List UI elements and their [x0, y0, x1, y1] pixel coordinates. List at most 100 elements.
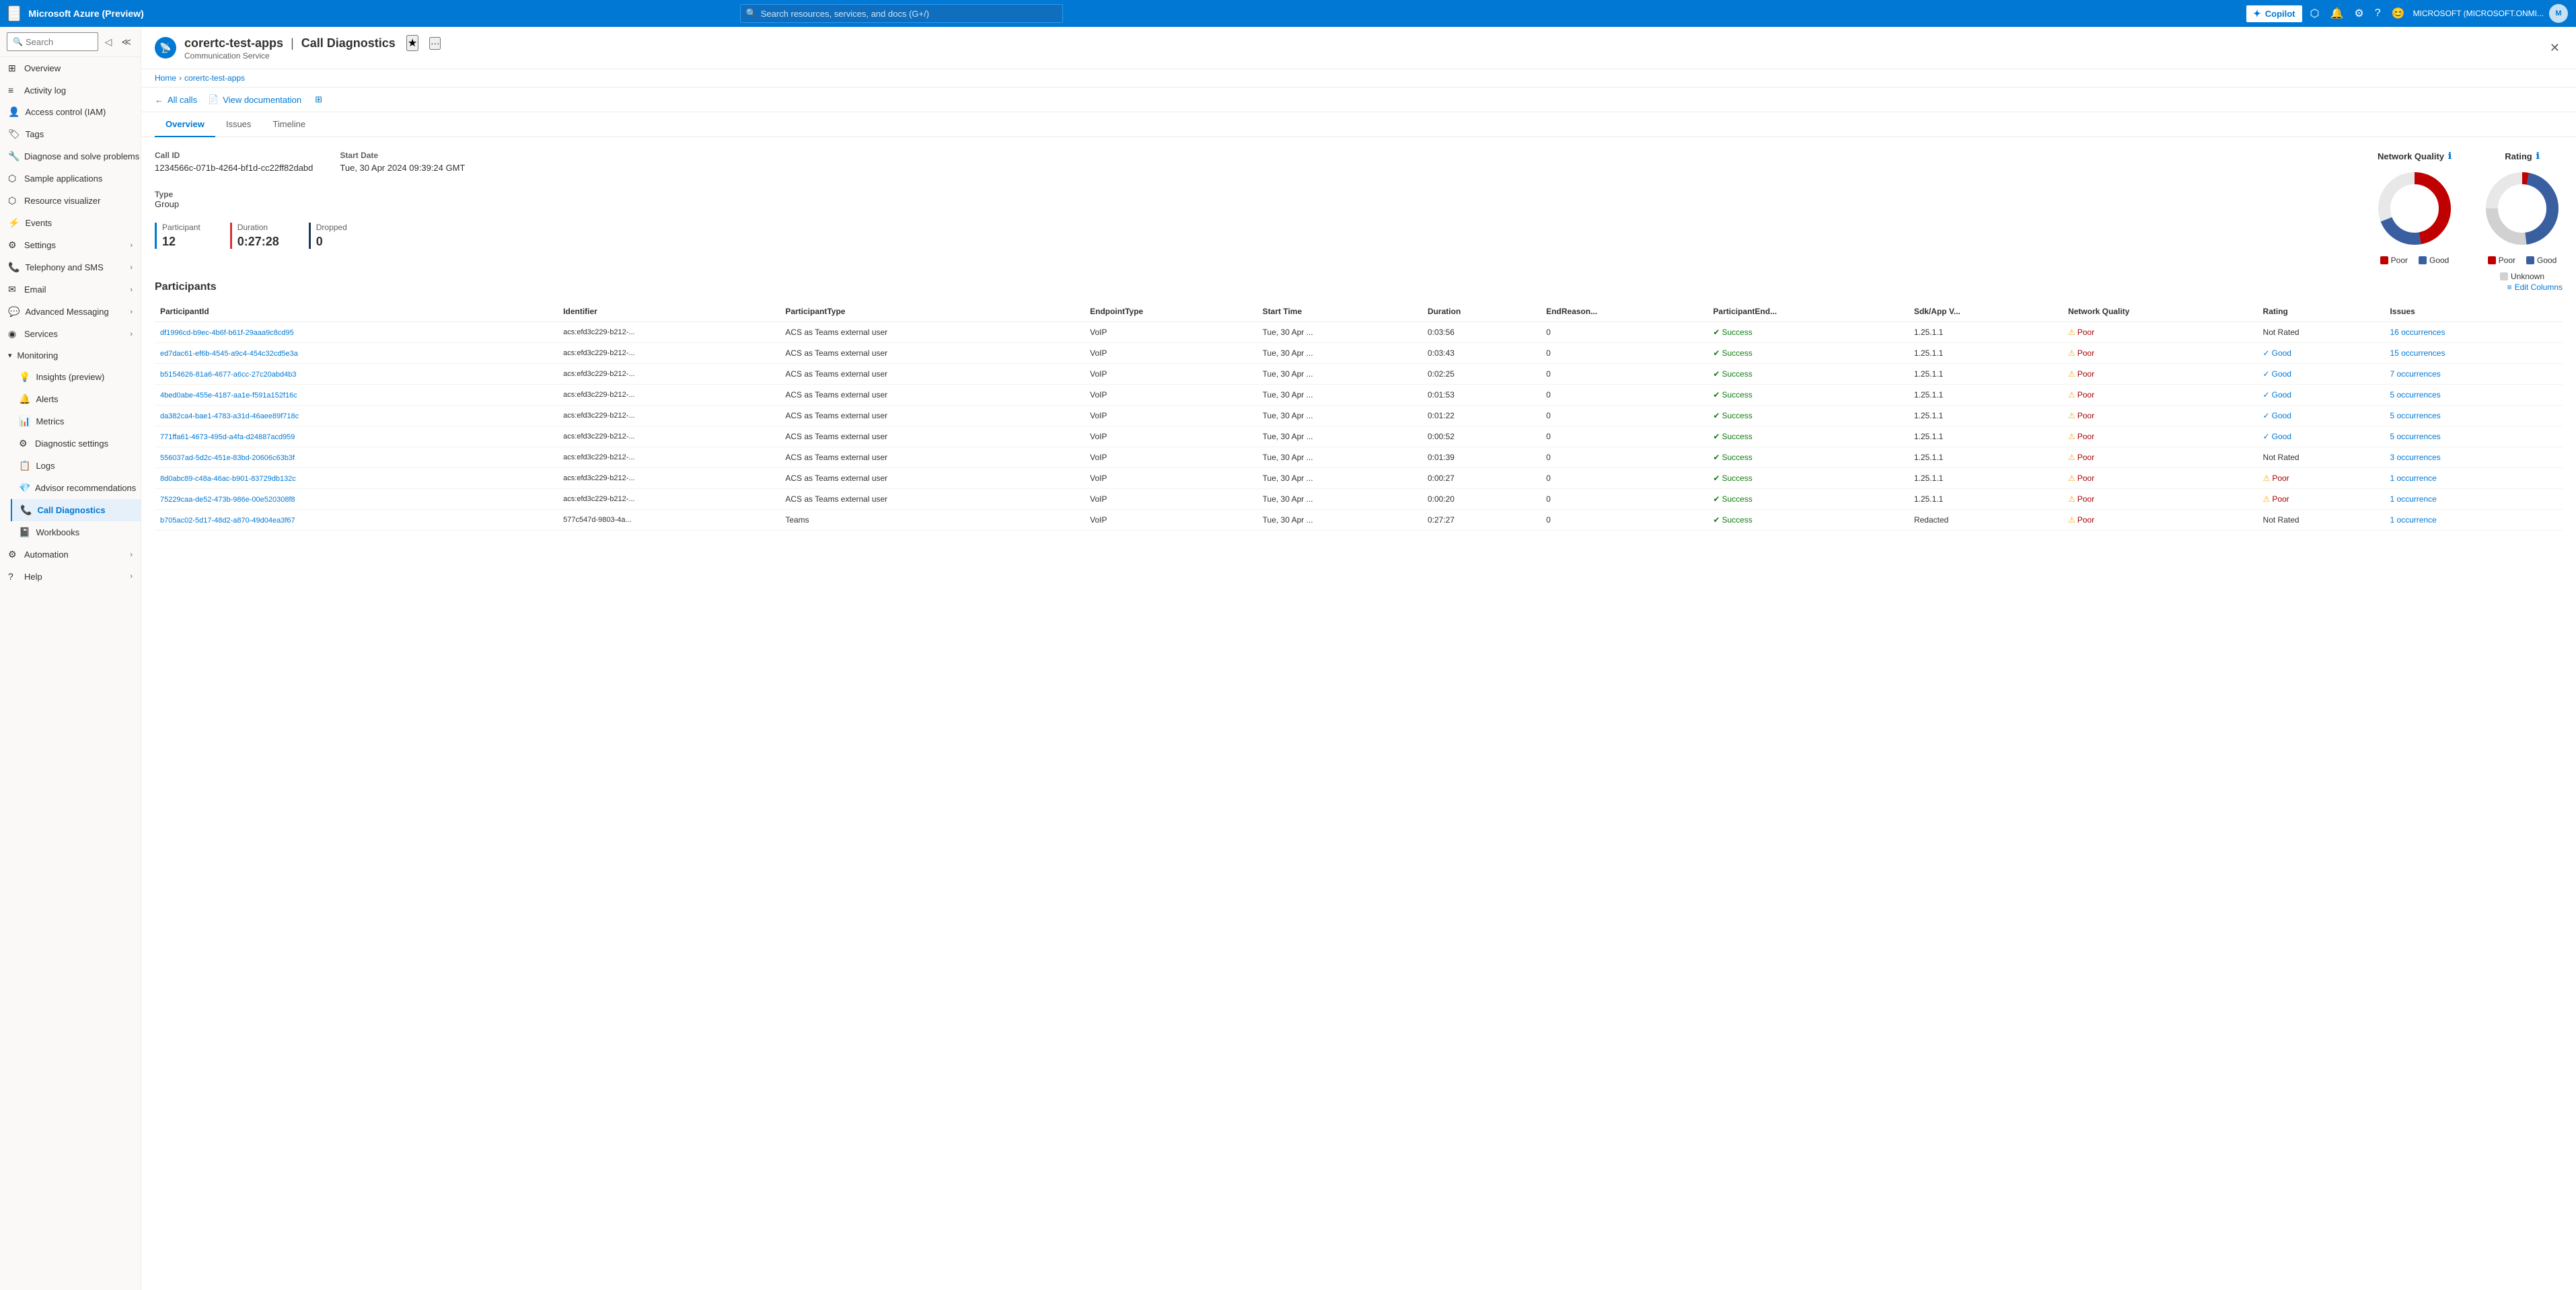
sidebar-item-label: Services [24, 329, 58, 339]
sidebar-item-telephony[interactable]: 📞 Telephony and SMS › [0, 256, 141, 278]
cell-issues[interactable]: 16 occurrences [2384, 322, 2563, 343]
issues-link[interactable]: 5 occurrences [2390, 390, 2440, 400]
tab-timeline[interactable]: Timeline [262, 112, 316, 137]
issues-link[interactable]: 15 occurrences [2390, 348, 2445, 358]
participant-id-link[interactable]: ed7dac61-ef6b-4545-a9c4-454c32cd5e3a [160, 350, 298, 358]
issues-link[interactable]: 3 occurrences [2390, 453, 2440, 462]
cell-participant-id[interactable]: 771ffa61-4673-495d-a4fa-d24887acd959 [155, 426, 558, 447]
sidebar-item-advanced-messaging[interactable]: 💬 Advanced Messaging › [0, 301, 141, 323]
more-options-button[interactable]: ··· [429, 37, 441, 50]
edit-columns-button[interactable]: ≡ Edit Columns [2507, 282, 2563, 292]
tab-issues[interactable]: Issues [215, 112, 262, 137]
sidebar-item-insights[interactable]: 💡 Insights (preview) [11, 366, 141, 388]
issues-link[interactable]: 5 occurrences [2390, 411, 2440, 420]
close-button[interactable]: ✕ [2547, 38, 2563, 58]
cell-participant-id[interactable]: ed7dac61-ef6b-4545-a9c4-454c32cd5e3a [155, 343, 558, 364]
sidebar-item-events[interactable]: ⚡ Events [0, 212, 141, 234]
sidebar-item-services[interactable]: ◉ Services › [0, 323, 141, 345]
issues-link[interactable]: 5 occurrences [2390, 432, 2440, 441]
sidebar-item-email[interactable]: ✉ Email › [0, 278, 141, 301]
breadcrumb-home[interactable]: Home [155, 73, 176, 83]
sidebar-collapse-button[interactable]: ≪ [118, 35, 134, 49]
participant-id-link[interactable]: 8d0abc89-c48a-46ac-b901-83729db132c [160, 475, 296, 483]
view-documentation-button[interactable]: 📄 View documentation [208, 94, 301, 105]
issues-link[interactable]: 16 occurrences [2390, 328, 2445, 337]
automation-icon: ⚙ [8, 549, 19, 560]
favorite-button[interactable]: ★ [406, 35, 418, 51]
cell-issues[interactable]: 3 occurrences [2384, 447, 2563, 468]
global-search-input[interactable] [761, 9, 1057, 19]
issues-link[interactable]: 1 occurrence [2390, 515, 2436, 525]
participant-id-link[interactable]: df1996cd-b9ec-4b6f-b61f-29aaa9c8cd95 [160, 329, 294, 337]
cell-participant-id[interactable]: 8d0abc89-c48a-46ac-b901-83729db132c [155, 468, 558, 489]
settings-button[interactable]: ⚙ [2351, 4, 2366, 23]
participant-id-link[interactable]: 556037ad-5d2c-451e-83bd-20606c63b3f [160, 454, 295, 462]
issues-link[interactable]: 1 occurrence [2390, 494, 2436, 504]
participant-id-link[interactable]: 4bed0abe-455e-4187-aa1e-f591a152f16c [160, 391, 297, 400]
sidebar-header: 🔍 ◁ ≪ [0, 27, 141, 57]
sidebar-item-diagnose[interactable]: 🔧 Diagnose and solve problems [0, 145, 141, 167]
back-to-calls-button[interactable]: ← All calls [155, 95, 197, 105]
sidebar-item-call-diagnostics[interactable]: 📞 Call Diagnostics [11, 499, 141, 521]
sidebar-item-overview[interactable]: ⊞ Overview [0, 57, 141, 79]
cell-participant-id[interactable]: 75229caa-de52-473b-986e-00e520308f8 [155, 489, 558, 510]
cell-issues[interactable]: 5 occurrences [2384, 406, 2563, 426]
notifications-button[interactable]: 🔔 [2327, 4, 2346, 23]
sidebar-item-tags[interactable]: 🏷 Tags [0, 123, 141, 145]
sidebar-item-resource-vis[interactable]: ⬡ Resource visualizer [0, 190, 141, 212]
cell-participant-id[interactable]: 4bed0abe-455e-4187-aa1e-f591a152f16c [155, 385, 558, 406]
participant-id-link[interactable]: b5154626-81a6-4677-a6cc-27c20abd4b3 [160, 371, 296, 379]
sidebar-item-settings[interactable]: ⚙ Settings › [0, 234, 141, 256]
cell-issues[interactable]: 5 occurrences [2384, 385, 2563, 406]
sidebar-item-metrics[interactable]: 📊 Metrics [11, 410, 141, 432]
participant-id-link[interactable]: b705ac02-5d17-48d2-a870-49d04ea3f67 [160, 517, 295, 525]
warning-icon: ⚠ [2068, 369, 2075, 379]
warning-icon: ⚠ [2068, 328, 2075, 337]
avatar[interactable]: M [2549, 4, 2568, 23]
cell-participant-id[interactable]: da382ca4-bae1-4783-a31d-46aee89f718c [155, 406, 558, 426]
hamburger-menu[interactable]: ☰ [8, 5, 20, 22]
sidebar-pin-button[interactable]: ◁ [102, 35, 115, 49]
cloud-shell-button[interactable]: ⬡ [2308, 4, 2322, 23]
cell-participant-id[interactable]: b5154626-81a6-4677-a6cc-27c20abd4b3 [155, 364, 558, 385]
participant-id-link[interactable]: 771ffa61-4673-495d-a4fa-d24887acd959 [160, 433, 295, 441]
sidebar-group-monitoring[interactable]: ▾ Monitoring [0, 345, 141, 366]
breadcrumb-resource[interactable]: corertc-test-apps [184, 73, 245, 83]
monitoring-label: Monitoring [17, 350, 59, 361]
grid-view-button[interactable]: ⊞ [315, 94, 322, 105]
sidebar-item-sample-apps[interactable]: ⬡ Sample applications [0, 167, 141, 190]
cell-participant-end: ✔Success [1707, 468, 1909, 489]
rating-unknown-dot [2500, 272, 2508, 280]
participant-id-link[interactable]: 75229caa-de52-473b-986e-00e520308f8 [160, 496, 295, 504]
issues-link[interactable]: 1 occurrence [2390, 473, 2436, 483]
cell-participant-id[interactable]: df1996cd-b9ec-4b6f-b61f-29aaa9c8cd95 [155, 322, 558, 343]
cell-participant-id[interactable]: b705ac02-5d17-48d2-a870-49d04ea3f67 [155, 510, 558, 531]
sidebar-item-activity-log[interactable]: ≡ Activity log [0, 79, 141, 101]
cell-issues[interactable]: 1 occurrence [2384, 510, 2563, 531]
sidebar-item-workbooks[interactable]: 📓 Workbooks [11, 521, 141, 543]
cell-issues[interactable]: 1 occurrence [2384, 468, 2563, 489]
sidebar-item-access-control[interactable]: 👤 Access control (IAM) [0, 101, 141, 123]
feedback-button[interactable]: 😊 [2389, 4, 2408, 23]
cell-issues[interactable]: 1 occurrence [2384, 489, 2563, 510]
cell-issues[interactable]: 5 occurrences [2384, 426, 2563, 447]
help-button[interactable]: ? [2372, 5, 2384, 22]
rating-poor-dot [2488, 256, 2496, 264]
sidebar-item-alerts[interactable]: 🔔 Alerts [11, 388, 141, 410]
cell-issues[interactable]: 7 occurrences [2384, 364, 2563, 385]
issues-link[interactable]: 7 occurrences [2390, 369, 2440, 379]
sidebar-item-advisor-rec[interactable]: 💎 Advisor recommendations [11, 477, 141, 499]
sidebar-item-diagnostic-settings[interactable]: ⚙ Diagnostic settings [11, 432, 141, 455]
rating-info-icon[interactable]: ℹ [2536, 151, 2540, 161]
sidebar-search-input[interactable] [26, 37, 92, 47]
sidebar-item-logs[interactable]: 📋 Logs [11, 455, 141, 477]
network-quality-info-icon[interactable]: ℹ [2448, 151, 2452, 161]
sidebar-item-automation[interactable]: ⚙ Automation › [0, 543, 141, 566]
sidebar-item-help[interactable]: ? Help › [0, 566, 141, 587]
tab-overview[interactable]: Overview [155, 112, 215, 137]
cell-participant-id[interactable]: 556037ad-5d2c-451e-83bd-20606c63b3f [155, 447, 558, 468]
cell-issues[interactable]: 15 occurrences [2384, 343, 2563, 364]
participant-id-link[interactable]: da382ca4-bae1-4783-a31d-46aee89f718c [160, 412, 299, 420]
cell-rating: ✓Good [2258, 385, 2385, 406]
copilot-button[interactable]: ✦ Copilot [2246, 5, 2302, 22]
